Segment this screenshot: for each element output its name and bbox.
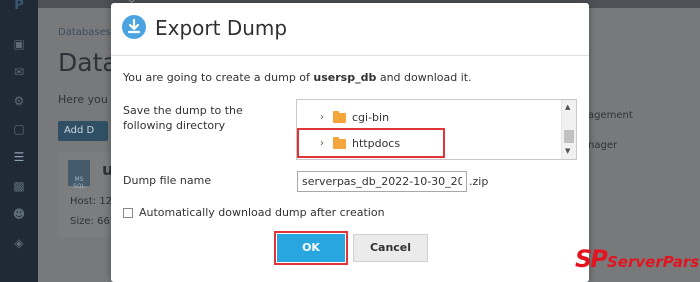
filename-extension: .zip — [469, 175, 489, 188]
auto-download-checkbox[interactable] — [123, 208, 133, 218]
tree-item-label: cgi-bin — [352, 111, 390, 124]
breadcrumb[interactable]: Databases — [58, 27, 111, 38]
logo: P — [14, 0, 24, 13]
tree-scrollbar[interactable]: ▲ ▼ — [561, 100, 576, 159]
user-icon[interactable]: ☻ — [11, 206, 27, 222]
database-host: Host: 12 — [70, 196, 113, 207]
sidebar: P ▣ ✉ ⚙ ▢ ☰ ▩ ☻ ◈ › — [0, 0, 43, 282]
download-icon — [122, 15, 146, 39]
logo-text: ServerPars — [607, 253, 700, 271]
scroll-down-icon[interactable]: ▼ — [565, 147, 570, 155]
logo-mark: SP — [575, 245, 608, 273]
directory-label: Save the dump to the following directory — [123, 104, 243, 132]
chart-icon[interactable]: ▩ — [11, 178, 27, 194]
intro-db-name: usersp_db — [313, 71, 377, 84]
intro-suffix: and download it. — [376, 71, 472, 84]
export-dump-dialog: Export Dump You are going to create a du… — [111, 3, 589, 282]
tree-item-cgi-bin[interactable]: › cgi-bin — [297, 108, 562, 128]
database-type-badge: MS SQL — [73, 176, 85, 190]
chevron-right-icon[interactable]: › — [320, 108, 324, 128]
page-title: Data — [58, 48, 118, 77]
serverpars-logo: SP ServerPars — [573, 245, 700, 280]
dialog-header: Export Dump — [111, 3, 589, 56]
database-size: Size: 66. — [70, 216, 113, 227]
right-link-2[interactable]: nager — [588, 140, 617, 151]
dialog-title: Export Dump — [155, 16, 288, 40]
intro-prefix: You are going to create a dump of — [123, 71, 314, 84]
scrollbar-thumb[interactable] — [564, 130, 574, 143]
scroll-up-icon[interactable]: ▲ — [565, 103, 570, 111]
mail-icon[interactable]: ✉ — [11, 64, 27, 80]
page-subtitle: Here you c — [58, 93, 118, 106]
database-icon[interactable]: ☰ — [11, 149, 27, 165]
database-type-icon: MS SQL — [68, 160, 90, 190]
folder-icon[interactable]: ▢ — [11, 121, 27, 137]
filename-label: Dump file name — [123, 174, 212, 187]
folder-icon — [333, 111, 346, 123]
dialog-intro: You are going to create a dump of usersp… — [123, 71, 472, 84]
ok-button[interactable]: OK — [277, 234, 345, 262]
add-database-button[interactable]: Add D — [58, 121, 108, 141]
extensions-icon[interactable]: ◈ — [11, 235, 27, 251]
gear-icon[interactable]: ⚙ — [11, 93, 27, 109]
monitor-icon[interactable]: ▣ — [11, 36, 27, 52]
selection-highlight — [297, 128, 445, 158]
right-link-1[interactable]: agement — [588, 110, 633, 121]
cancel-button[interactable]: Cancel — [353, 234, 428, 262]
auto-download-label[interactable]: Automatically download dump after creati… — [139, 206, 385, 219]
filename-input[interactable] — [297, 171, 467, 192]
add-database-label: Add D — [64, 125, 95, 136]
